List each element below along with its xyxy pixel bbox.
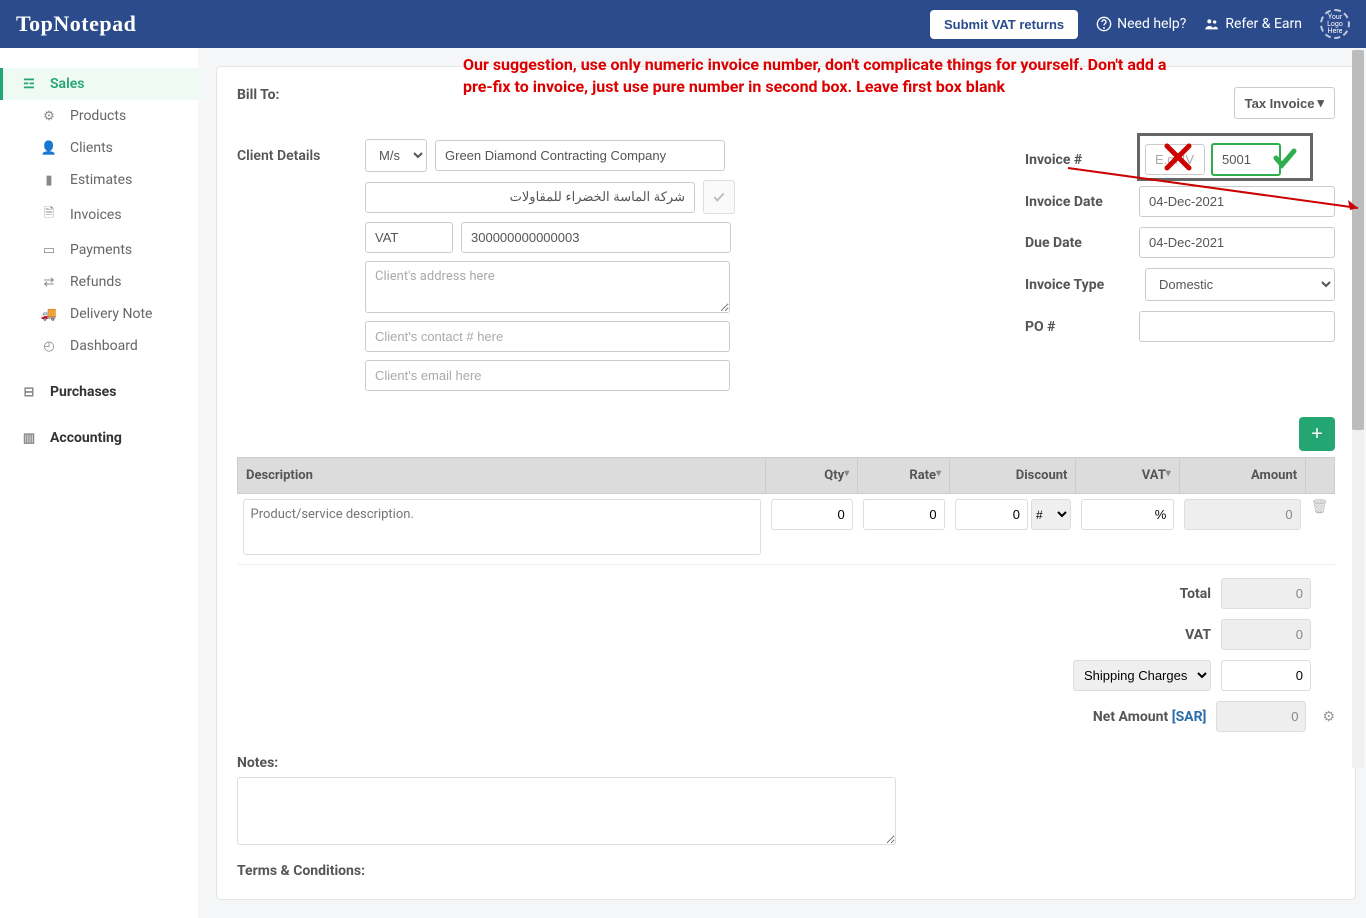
users-icon [1204, 16, 1220, 32]
line-amount-output [1184, 499, 1300, 530]
sidebar-item-refunds[interactable]: ⇄Refunds [0, 266, 198, 298]
table-row: # 🗑 [238, 494, 1335, 565]
line-discount-type-select[interactable]: # [1031, 499, 1071, 530]
annotation-text: Our suggestion, use only numeric invoice… [463, 54, 1183, 97]
due-date-label: Due Date [1025, 235, 1139, 251]
totals-section: Total VAT Shipping Charges Net Amount [S… [237, 573, 1335, 737]
vat-number-input[interactable] [461, 222, 731, 253]
tax-invoice-toggle[interactable]: Tax Invoice▾ [1234, 87, 1335, 119]
notes-input[interactable] [237, 777, 896, 845]
client-details-label: Client Details [237, 148, 357, 164]
line-qty-input[interactable] [771, 499, 853, 530]
col-qty: Qty▾ [766, 458, 858, 494]
check-icon [712, 190, 726, 204]
invoice-card: Bill To: Client Details M/s [216, 66, 1356, 900]
sidebar-item-products[interactable]: ⚙Products [0, 100, 198, 132]
gear-icon[interactable]: ⚙ [1322, 709, 1335, 725]
chevron-down-icon[interactable]: ▾ [936, 468, 941, 479]
due-date-input[interactable] [1139, 227, 1335, 258]
col-rate: Rate▾ [858, 458, 950, 494]
app-logo: TopNotepad [16, 11, 136, 37]
line-rate-input[interactable] [863, 499, 945, 530]
col-discount: Discount [950, 458, 1076, 494]
chevron-down-icon[interactable]: ▾ [844, 468, 849, 479]
net-amount-output [1216, 701, 1306, 732]
col-description: Description [238, 458, 766, 494]
client-name-arabic-input[interactable] [365, 182, 695, 213]
sidebar-item-clients[interactable]: 👤Clients [0, 132, 198, 164]
chart-icon: ▥ [20, 431, 38, 446]
currency-link[interactable]: [SAR] [1172, 709, 1207, 725]
card-icon: ▭ [40, 243, 58, 258]
confirm-client-button[interactable] [703, 180, 735, 214]
scrollbar[interactable] [1352, 50, 1364, 768]
invoice-icon: 🗎 [40, 204, 58, 226]
col-vat: VAT▾ [1076, 458, 1179, 494]
sidebar-item-purchases[interactable]: ⊟Purchases [0, 376, 198, 408]
file-icon: ▮ [40, 173, 58, 188]
sidebar-item-payments[interactable]: ▭Payments [0, 234, 198, 266]
sidebar-item-invoices[interactable]: 🗎Invoices [0, 196, 198, 234]
sidebar-item-accounting[interactable]: ▥Accounting [0, 422, 198, 454]
shipping-input[interactable] [1221, 660, 1311, 691]
total-vat-output [1221, 619, 1311, 650]
invoice-date-label: Invoice Date [1025, 194, 1139, 210]
client-name-input[interactable] [435, 140, 725, 171]
line-items-table: Description Qty▾ Rate▾ Discount VAT▾ Amo… [237, 457, 1335, 565]
client-address-input[interactable] [365, 261, 730, 313]
tax-type-input[interactable] [365, 222, 453, 253]
add-line-button[interactable]: + [1299, 417, 1335, 451]
sidebar-item-sales[interactable]: ☲Sales [0, 68, 198, 100]
minus-box-icon: ⊟ [20, 385, 38, 400]
client-contact-input[interactable] [365, 321, 730, 352]
scrollbar-thumb[interactable] [1352, 50, 1364, 430]
refund-icon: ⇄ [40, 275, 58, 290]
sidebar-item-estimates[interactable]: ▮Estimates [0, 164, 198, 196]
sidebar-item-dashboard[interactable]: ◴Dashboard [0, 330, 198, 362]
line-discount-input[interactable] [955, 499, 1028, 530]
client-email-input[interactable] [365, 360, 730, 391]
sidebar-item-delivery[interactable]: 🚚Delivery Note [0, 298, 198, 330]
logo-placeholder[interactable]: Your Logo Here [1320, 9, 1350, 39]
terms-label: Terms & Conditions: [237, 863, 1335, 879]
total-vat-label: VAT [1011, 627, 1211, 643]
chevron-down-icon[interactable]: ▾ [1166, 468, 1171, 479]
po-number-label: PO # [1025, 319, 1139, 335]
products-icon: ⚙ [40, 109, 58, 124]
invoice-number-label: Invoice # [1025, 152, 1145, 168]
sidebar: ☲Sales ⚙Products 👤Clients ▮Estimates 🗎In… [0, 48, 198, 918]
notes-label: Notes: [237, 755, 1335, 771]
submit-vat-button[interactable]: Submit VAT returns [930, 10, 1078, 39]
client-prefix-select[interactable]: M/s [365, 139, 427, 172]
dashboard-icon: ◴ [40, 339, 58, 354]
refer-earn-link[interactable]: Refer & Earn [1204, 16, 1302, 32]
clients-icon: 👤 [40, 141, 58, 156]
invoice-type-select[interactable]: Domestic [1145, 268, 1335, 301]
delete-line-button[interactable]: 🗑 [1311, 499, 1329, 515]
main-content: Our suggestion, use only numeric invoice… [198, 48, 1366, 918]
invoice-number-input[interactable] [1211, 143, 1281, 176]
layers-icon: ☲ [20, 77, 38, 92]
invoice-type-label: Invoice Type [1025, 277, 1145, 293]
col-amount: Amount [1179, 458, 1305, 494]
po-number-input[interactable] [1139, 311, 1335, 342]
net-amount-label: Net Amount [SAR] [1006, 709, 1206, 725]
total-output [1221, 578, 1311, 609]
truck-icon: 🚚 [40, 307, 58, 322]
line-description-input[interactable] [243, 499, 761, 555]
line-vat-input[interactable] [1081, 499, 1174, 530]
total-label: Total [1011, 586, 1211, 602]
invoice-prefix-input[interactable] [1145, 144, 1205, 175]
need-help-link[interactable]: Need help? [1096, 16, 1186, 32]
shipping-charges-select[interactable]: Shipping Charges [1073, 660, 1211, 691]
topbar: TopNotepad Submit VAT returns Need help?… [0, 0, 1366, 48]
chevron-down-icon: ▾ [1317, 95, 1324, 111]
help-icon [1096, 16, 1112, 32]
invoice-date-input[interactable] [1139, 186, 1335, 217]
